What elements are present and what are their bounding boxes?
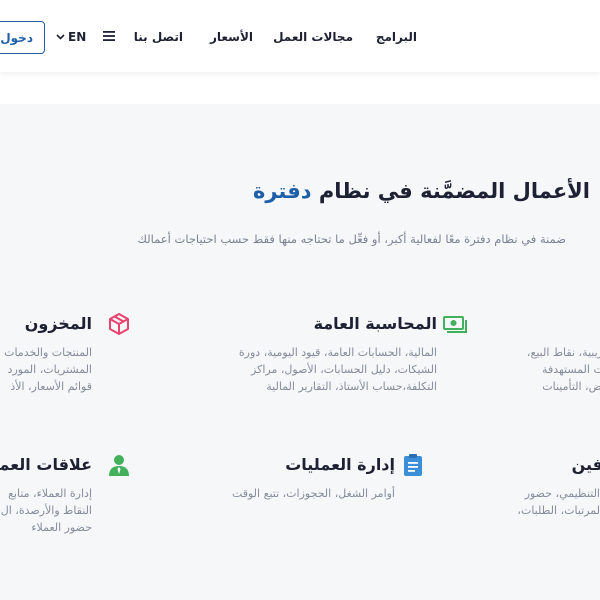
section-subheading: ضمنة في نظام دفترة معًا لفعالية أكبر، أو… bbox=[137, 232, 566, 246]
module-description-line: أوامر الشغل، الحجوزات، تتبع الوقت bbox=[231, 487, 395, 500]
box-icon bbox=[109, 313, 129, 335]
language-selector[interactable]: EN bbox=[56, 30, 86, 44]
module-card-hr[interactable]: فين التنظيمي، حضور لمرتبات، الطلبات، bbox=[483, 453, 600, 519]
nav-item-programs[interactable]: البرامج bbox=[376, 30, 417, 44]
user-icon bbox=[109, 455, 129, 476]
nav-item-industries[interactable]: مجالات العمل bbox=[273, 30, 353, 44]
module-description: المنتجات والخدمات المشتريات، المورد قوائ… bbox=[0, 344, 92, 395]
module-description-line: لمرتبات، الطلبات، bbox=[517, 504, 600, 517]
module-description: أوامر الشغل، الحجوزات، تتبع الوقت bbox=[175, 485, 395, 502]
module-title: علاقات العملا bbox=[0, 455, 92, 474]
login-button[interactable]: دخول bbox=[0, 21, 45, 54]
module-title: المخزون bbox=[24, 314, 92, 333]
module-description-line: النقاط والأرصدة، ال bbox=[0, 504, 92, 517]
nav-item-contact[interactable]: اتصل بنا bbox=[134, 30, 183, 44]
hamburger-icon[interactable] bbox=[103, 30, 115, 42]
module-description-line: المالية، الحسابات العامة، قيود اليومية، … bbox=[238, 346, 437, 359]
section-heading-brand: دفترة bbox=[252, 179, 312, 203]
module-card-crm[interactable]: علاقات العملا إدارة العملاء، متابع النقا… bbox=[0, 453, 129, 536]
module-description-line: التكلفة،حساب الأستاذ، التقارير المالية bbox=[266, 380, 437, 393]
section-heading-text: الأعمال المضمَّنة في نظام bbox=[311, 179, 590, 203]
module-title: المحاسبة العامة bbox=[313, 314, 437, 333]
section-heading: الأعمال المضمَّنة في نظام دفترة bbox=[253, 179, 590, 203]
money-icon bbox=[443, 316, 467, 333]
chevron-down-icon bbox=[56, 34, 65, 40]
module-description: إدارة العملاء، متابع النقاط والأرصدة، ال… bbox=[0, 485, 92, 536]
module-description: المالية، الحسابات العامة، قيود اليومية، … bbox=[177, 344, 437, 395]
module-card-accounting[interactable]: المحاسبة العامة المالية، الحسابات العامة… bbox=[177, 312, 467, 395]
module-description-line: الشيكات، دليل الحسابات، الأصول، مراكز bbox=[251, 363, 437, 376]
module-description-line: والضريبية، نقاط البيع، bbox=[526, 346, 600, 359]
clipboard-icon bbox=[404, 454, 422, 476]
module-description: التنظيمي، حضور لمرتبات، الطلبات، bbox=[483, 485, 600, 519]
module-description-line: التنظيمي، حضور bbox=[524, 487, 600, 500]
module-card-inventory[interactable]: المخزون المنتجات والخدمات المشتريات، الم… bbox=[0, 312, 129, 395]
nav-item-pricing[interactable]: الأسعار bbox=[210, 30, 253, 44]
modules-section: الأعمال المضمَّنة في نظام دفترة ضمنة في … bbox=[0, 104, 600, 600]
module-description-line: قوائم الأسعار، الأذ bbox=[10, 380, 92, 393]
module-title: فين bbox=[571, 455, 600, 474]
module-title: إدارة العمليات bbox=[285, 455, 395, 474]
module-description-line: إدارة العملاء، متابع bbox=[8, 487, 92, 500]
module-description-line: المشتريات، المورد bbox=[7, 363, 92, 376]
login-button-label: دخول bbox=[0, 30, 33, 45]
language-label: EN bbox=[68, 30, 87, 44]
module-card-sales[interactable]: والضريبية، نقاط البيع، مبيعات المستهدفة … bbox=[465, 344, 600, 395]
module-description: والضريبية، نقاط البيع، مبيعات المستهدفة … bbox=[465, 344, 600, 395]
top-navigation-bar: دخول EN اتصل بنا الأسعار مجالات العمل ال… bbox=[0, 0, 600, 72]
module-description-line: المنتجات والخدمات bbox=[4, 346, 92, 359]
module-description-line: مبيعات المستهدفة bbox=[542, 363, 600, 376]
module-description-line: العروض، التأمينات bbox=[542, 380, 600, 393]
module-card-operations[interactable]: إدارة العمليات أوامر الشغل، الحجوزات، تت… bbox=[175, 453, 422, 502]
module-description-line: حضور العملاء bbox=[31, 521, 92, 534]
